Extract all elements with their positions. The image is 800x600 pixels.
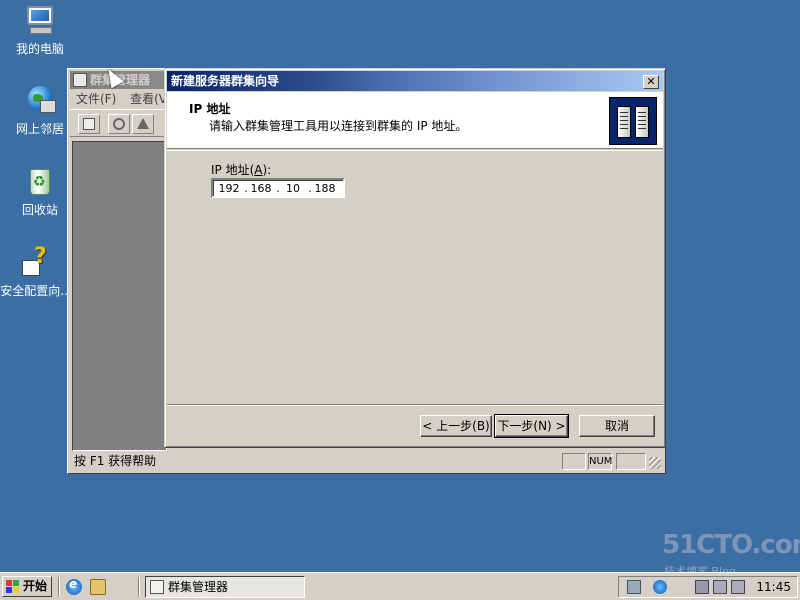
ip-address-label: IP 地址(A): — [211, 163, 272, 177]
explorer-icon[interactable] — [90, 579, 106, 595]
cluster-icon — [83, 118, 95, 130]
desktop-icon-my-computer[interactable]: 我的电脑 — [2, 4, 78, 57]
desktop-icon-label: 安全配置向... — [0, 284, 72, 298]
network-places-icon — [24, 84, 56, 116]
next-button[interactable]: 下一步(N) > — [494, 414, 569, 438]
triangle-icon — [137, 118, 149, 129]
header-subtitle: 请输入群集管理工具用以连接到群集的 IP 地址。 — [209, 119, 468, 133]
status-num: NUM — [588, 453, 612, 470]
cancel-button[interactable]: 取消 — [579, 415, 655, 437]
status-help-text: 按 F1 获得帮助 — [74, 454, 157, 468]
monitor-tray-icon[interactable] — [731, 580, 745, 594]
toolbar-properties-button[interactable] — [108, 114, 130, 134]
security-wizard-icon: ? — [20, 244, 52, 278]
network-tray-icon[interactable] — [627, 580, 641, 594]
toolbar-up-button[interactable] — [132, 114, 154, 134]
header-title: IP 地址 — [189, 102, 231, 116]
mmc-tree-pane[interactable] — [72, 141, 167, 451]
header-divider — [167, 150, 663, 152]
cluster-manager-icon — [73, 73, 87, 87]
back-button[interactable]: < 上一步(B) — [420, 415, 492, 437]
mmc-status-bar: 按 F1 获得帮助 NUM — [70, 451, 663, 471]
recycle-bin-icon — [24, 165, 56, 197]
task-button-cluster-manager[interactable]: 群集管理器 — [145, 576, 305, 598]
ip-octet-3[interactable]: 10 — [281, 181, 305, 197]
desktop-icon-label: 我的电脑 — [15, 42, 64, 56]
task-label: 群集管理器 — [168, 580, 229, 594]
windows-flag-icon — [6, 580, 20, 593]
help-tray-icon[interactable] — [653, 580, 667, 594]
ip-octet-1[interactable]: 192 — [217, 181, 241, 197]
connection-tray-icon[interactable] — [695, 580, 709, 594]
status-cell-empty — [562, 453, 586, 470]
system-tray: 11:45 — [618, 576, 798, 598]
ip-octet-2[interactable]: 168 — [249, 181, 273, 197]
internet-explorer-icon[interactable] — [66, 577, 82, 595]
start-label: 开始 — [23, 579, 48, 593]
wizard-header: IP 地址 请输入群集管理工具用以连接到群集的 IP 地址。 — [167, 92, 663, 149]
taskbar-separator — [58, 577, 60, 597]
my-computer-icon — [24, 4, 56, 36]
desktop-icon-security-wizard[interactable]: ? 安全配置向... — [0, 244, 74, 299]
status-cell-empty — [616, 453, 646, 470]
watermark-logo: 51CTO.com — [662, 530, 800, 560]
toolbar-cluster-button[interactable] — [78, 114, 100, 134]
cluster-manager-icon — [150, 580, 164, 594]
footer-divider — [167, 404, 663, 406]
wizard-title-bar[interactable]: 新建服务器群集向导 ✕ — [167, 71, 663, 91]
wizard-title-text: 新建服务器群集向导 — [171, 74, 280, 88]
taskbar: 开始 群集管理器 11:45 — [0, 572, 800, 600]
properties-icon — [113, 118, 125, 130]
taskbar-clock[interactable]: 11:45 — [756, 580, 791, 594]
server-cluster-icon — [609, 97, 657, 145]
ip-octet-4[interactable]: 188 — [313, 181, 337, 197]
menu-file[interactable]: 文件(F) — [76, 92, 116, 106]
close-button[interactable]: ✕ — [643, 75, 659, 89]
new-cluster-wizard-dialog: 新建服务器群集向导 ✕ IP 地址 请输入群集管理工具用以连接到群集的 IP 地… — [164, 68, 666, 448]
ip-address-input[interactable]: 192 . 168 . 10 . 188 — [211, 178, 345, 198]
start-button[interactable]: 开始 — [2, 576, 52, 597]
resize-grip[interactable] — [649, 457, 661, 469]
connection-tray-icon[interactable] — [713, 580, 727, 594]
taskbar-separator — [138, 577, 140, 597]
